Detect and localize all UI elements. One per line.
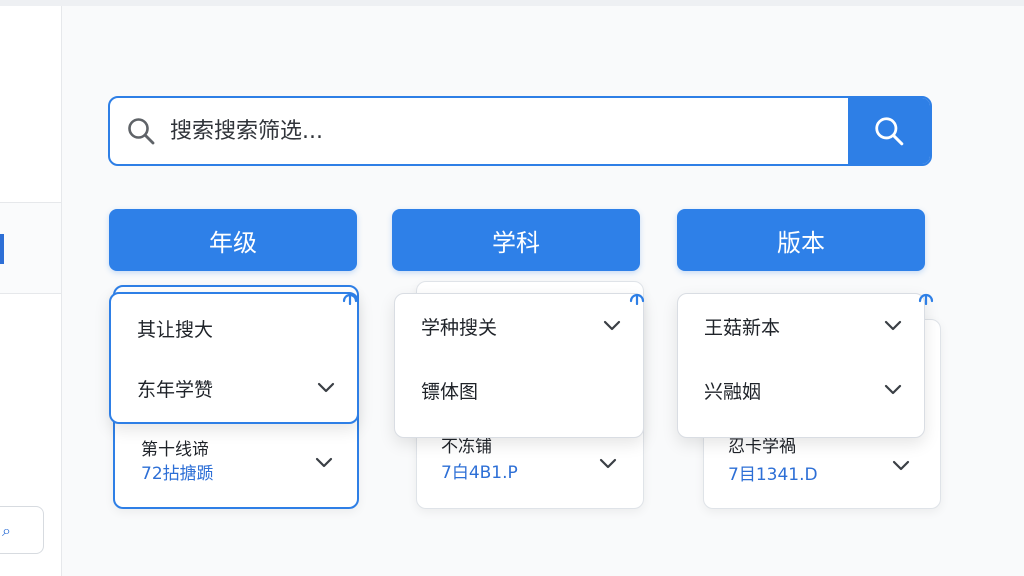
menu-item[interactable]: 兴融姻 xyxy=(678,370,924,410)
menu-item-label: 镖体图 xyxy=(421,380,479,403)
menu-item[interactable]: 其让搜大 xyxy=(111,308,357,348)
filter-column-subject: 学科 不冻铺 7白4B1.P 学种搜关 镖体图 xyxy=(392,209,645,519)
dropdown-menu-grade: 其让搜大 东年学赞 xyxy=(109,292,359,424)
search-button[interactable] xyxy=(848,98,930,164)
menu-item-label: 其让搜大 xyxy=(137,318,214,341)
filter-column-grade: 年级 第十线谛 72拈搪踬 其让搜大 东年学赞 xyxy=(109,209,359,519)
menu-item[interactable]: 镖体图 xyxy=(395,370,643,410)
menu-item[interactable]: 王菇新本 xyxy=(678,306,924,346)
chevron-down-icon xyxy=(603,320,621,331)
menu-item-label: 王菇新本 xyxy=(704,316,781,339)
card-code: 7白4B1.P xyxy=(441,463,518,483)
menu-item-label: 东年学赞 xyxy=(137,378,214,401)
sidebar-active-marker xyxy=(0,234,4,264)
chevron-down-icon[interactable] xyxy=(315,456,333,470)
column-header-subject[interactable]: 学科 xyxy=(392,209,640,271)
chevron-down-icon[interactable] xyxy=(599,457,617,471)
pin-icon xyxy=(342,293,358,305)
card-code: 72拈搪踬 xyxy=(141,464,214,484)
search-bar xyxy=(108,96,932,166)
menu-item[interactable]: 学种搜关 xyxy=(395,306,643,346)
column-header-edition[interactable]: 版本 xyxy=(677,209,925,271)
chevron-down-icon xyxy=(884,384,902,395)
search-icon xyxy=(128,118,155,145)
menu-item[interactable]: 东年学赞 xyxy=(111,368,357,408)
search-icon xyxy=(875,117,904,146)
card-code: 7目1341.D xyxy=(728,465,818,485)
filter-column-edition: 版本 忍卡学禍 7目1341.D 王菇新本 兴融姻 xyxy=(677,209,941,519)
sidebar-item[interactable] xyxy=(0,202,61,294)
chevron-down-icon[interactable] xyxy=(892,459,910,473)
search-input[interactable] xyxy=(170,108,840,154)
dropdown-menu-edition: 王菇新本 兴融姻 xyxy=(677,293,925,438)
chevron-down-icon xyxy=(317,382,335,393)
sidebar-button[interactable]: ⌕ xyxy=(0,506,44,554)
pin-icon xyxy=(918,293,934,305)
column-header-grade[interactable]: 年级 xyxy=(109,209,357,271)
card-title: 第十线谛 xyxy=(141,440,209,460)
chevron-down-icon xyxy=(884,320,902,331)
menu-item-label: 学种搜关 xyxy=(421,316,498,339)
dropdown-menu-subject: 学种搜关 镖体图 xyxy=(394,293,644,438)
pin-icon xyxy=(629,293,645,305)
menu-item-label: 兴融姻 xyxy=(704,380,762,403)
sidebar: ⌕ xyxy=(0,6,62,576)
sidebar-button-icon: ⌕ xyxy=(2,521,11,540)
